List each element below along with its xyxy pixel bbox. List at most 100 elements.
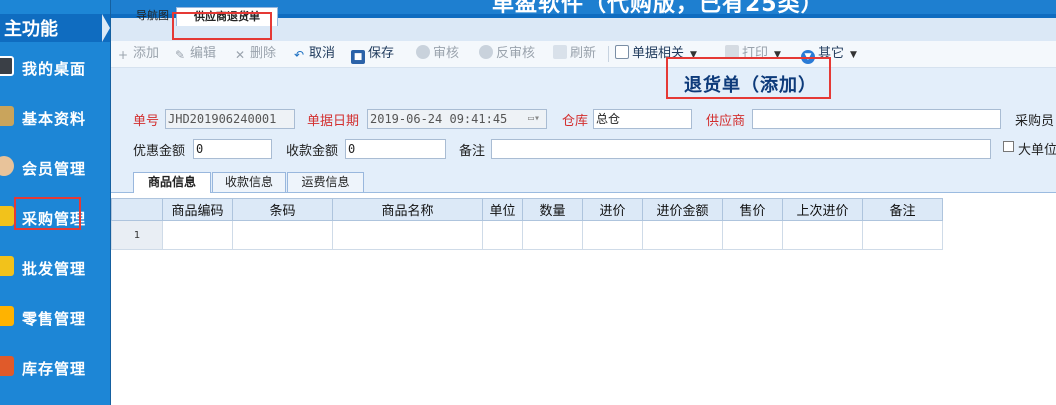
supplier-field[interactable] <box>752 109 1001 129</box>
sidebar-item-label: 批发管理 <box>22 260 87 278</box>
page-title: 退货单（添加） <box>684 75 817 96</box>
document-icon <box>615 45 629 59</box>
column-header[interactable]: 条码 <box>232 198 333 221</box>
add-button[interactable]: + 添加 <box>116 45 159 63</box>
table-row[interactable]: 1 <box>111 220 943 250</box>
undo-icon: ↶ <box>293 48 305 62</box>
pencil-icon: ✎ <box>174 48 186 62</box>
sidebar: 主功能 我的桌面 基本资料 会员管理 采购管理 批发管理 零售管理 库存管理 <box>0 0 111 405</box>
related-docs-button[interactable]: 单据相关 ▼ <box>615 45 697 63</box>
table-cell[interactable] <box>862 220 943 250</box>
table-cell[interactable] <box>582 220 643 250</box>
users-icon <box>0 156 14 176</box>
column-header[interactable]: 商品名称 <box>332 198 483 221</box>
delete-button[interactable]: ✕ 删除 <box>233 45 276 63</box>
warehouse-field[interactable]: 总仓 <box>593 109 692 129</box>
truck-icon <box>0 256 14 276</box>
sidebar-item-label: 我的桌面 <box>22 60 87 78</box>
column-header[interactable]: 售价 <box>722 198 783 221</box>
table-cell[interactable] <box>522 220 583 250</box>
tab-goods-info[interactable]: 商品信息 <box>133 172 211 193</box>
column-header[interactable]: 上次进价 <box>782 198 863 221</box>
sidebar-item-basic-data[interactable]: 基本资料 <box>0 98 110 138</box>
sidebar-item-label: 基本资料 <box>22 110 87 128</box>
cancel-button[interactable]: ↶ 取消 <box>292 45 335 63</box>
discount-field[interactable]: 0 <box>193 139 272 159</box>
toolbar-separator <box>608 46 609 62</box>
chevron-down-icon: ▼ <box>690 50 697 60</box>
sidebar-item-purchase[interactable]: 采购管理 <box>0 198 110 238</box>
plus-icon: + <box>117 48 129 62</box>
doc-date-field[interactable]: 2019-06-24 09:41:45 ▭▾ <box>367 109 547 129</box>
table-cell[interactable] <box>332 220 483 250</box>
tab-supplier-return[interactable]: 供应商退货单 <box>176 7 278 26</box>
sidebar-item-label: 采购管理 <box>22 210 87 228</box>
buyer-label: 采购员 <box>1015 114 1055 129</box>
sidebar-item-label: 零售管理 <box>22 310 87 328</box>
calendar-icon[interactable]: ▭▾ <box>523 112 545 126</box>
table-cell[interactable] <box>162 220 233 250</box>
unaudit-button[interactable]: 反审核 <box>479 45 535 63</box>
column-header[interactable]: 进价金额 <box>642 198 723 221</box>
table-header-row: 商品编码 条码 商品名称 单位 数量 进价 进价金额 售价 上次进价 备注 <box>111 198 943 221</box>
supplier-label: 供应商 <box>706 114 746 129</box>
sidebar-item-retail[interactable]: 零售管理 <box>0 298 110 338</box>
doc-no-field[interactable]: JHD201906240001 <box>165 109 295 129</box>
remark-label: 备注 <box>459 144 486 159</box>
sidebar-item-members[interactable]: 会员管理 <box>0 148 110 188</box>
column-header[interactable]: 进价 <box>582 198 643 221</box>
doc-date-value: 2019-06-24 09:41:45 <box>370 112 508 126</box>
goods-table: 商品编码 条码 商品名称 单位 数量 进价 进价金额 售价 上次进价 备注 1 <box>111 198 943 250</box>
warehouse-label: 仓库 <box>562 114 589 129</box>
table-cell[interactable] <box>782 220 863 250</box>
truck-icon <box>0 206 14 226</box>
table-cell[interactable] <box>642 220 723 250</box>
collapse-arrow-icon[interactable] <box>102 14 110 42</box>
close-icon: ✕ <box>234 48 246 62</box>
discount-label: 优惠金额 <box>133 144 186 159</box>
sidebar-header-label: 主功能 <box>4 19 58 40</box>
receipt-label: 收款金额 <box>286 144 339 159</box>
cart-icon <box>0 306 14 326</box>
tab-navigation-map[interactable]: 导航图 <box>132 7 173 25</box>
big-unit-checkbox[interactable] <box>1003 141 1014 152</box>
table-cell[interactable] <box>722 220 783 250</box>
sidebar-header: 主功能 <box>0 14 110 42</box>
column-header[interactable]: 数量 <box>522 198 583 221</box>
audit-button[interactable]: 审核 <box>416 45 459 63</box>
chevron-circle-icon: ▼ <box>801 50 815 64</box>
other-button[interactable]: ▼ 其它 ▼ <box>801 45 857 64</box>
refresh-icon <box>553 45 567 59</box>
printer-icon <box>725 45 739 59</box>
sidebar-item-inventory[interactable]: 库存管理 <box>0 348 110 388</box>
column-header[interactable]: 单位 <box>482 198 523 221</box>
row-number: 1 <box>111 220 163 250</box>
app-banner-title: 单盈软件（代购版，已有25类） <box>492 0 824 14</box>
chevron-down-icon: ▼ <box>774 50 781 60</box>
row-number-header <box>111 198 163 221</box>
sidebar-item-wholesale[interactable]: 批发管理 <box>0 248 110 288</box>
floppy-icon: ■ <box>351 50 365 64</box>
remark-field[interactable] <box>491 139 991 159</box>
toolbar: + 添加 ✎ 编辑 ✕ 删除 ↶ 取消 ■ 保存 审核 反审核 刷新 单据相关 ▼ 打印 ▼ … <box>111 41 1056 68</box>
sidebar-item-label: 库存管理 <box>22 360 87 378</box>
warehouse-icon <box>0 356 14 376</box>
tab-freight-info[interactable]: 运费信息 <box>287 172 364 192</box>
edit-button[interactable]: ✎ 编辑 <box>173 45 216 63</box>
print-button[interactable]: 打印 ▼ <box>725 45 781 63</box>
doc-no-label: 单号 <box>133 114 160 129</box>
tab-receipt-info[interactable]: 收款信息 <box>212 172 286 192</box>
receipt-field[interactable]: 0 <box>345 139 446 159</box>
doc-date-label: 单据日期 <box>307 114 360 129</box>
chevron-down-icon: ▼ <box>850 50 857 60</box>
sidebar-item-label: 会员管理 <box>22 160 87 178</box>
sidebar-item-desktop[interactable]: 我的桌面 <box>0 48 110 88</box>
column-header[interactable]: 备注 <box>862 198 943 221</box>
column-header[interactable]: 商品编码 <box>162 198 233 221</box>
monitor-icon <box>0 56 14 76</box>
save-button[interactable]: ■ 保存 <box>351 45 394 64</box>
refresh-button[interactable]: 刷新 <box>553 45 596 63</box>
table-cell[interactable] <box>482 220 523 250</box>
user-cancel-icon <box>479 45 493 59</box>
table-cell[interactable] <box>232 220 333 250</box>
